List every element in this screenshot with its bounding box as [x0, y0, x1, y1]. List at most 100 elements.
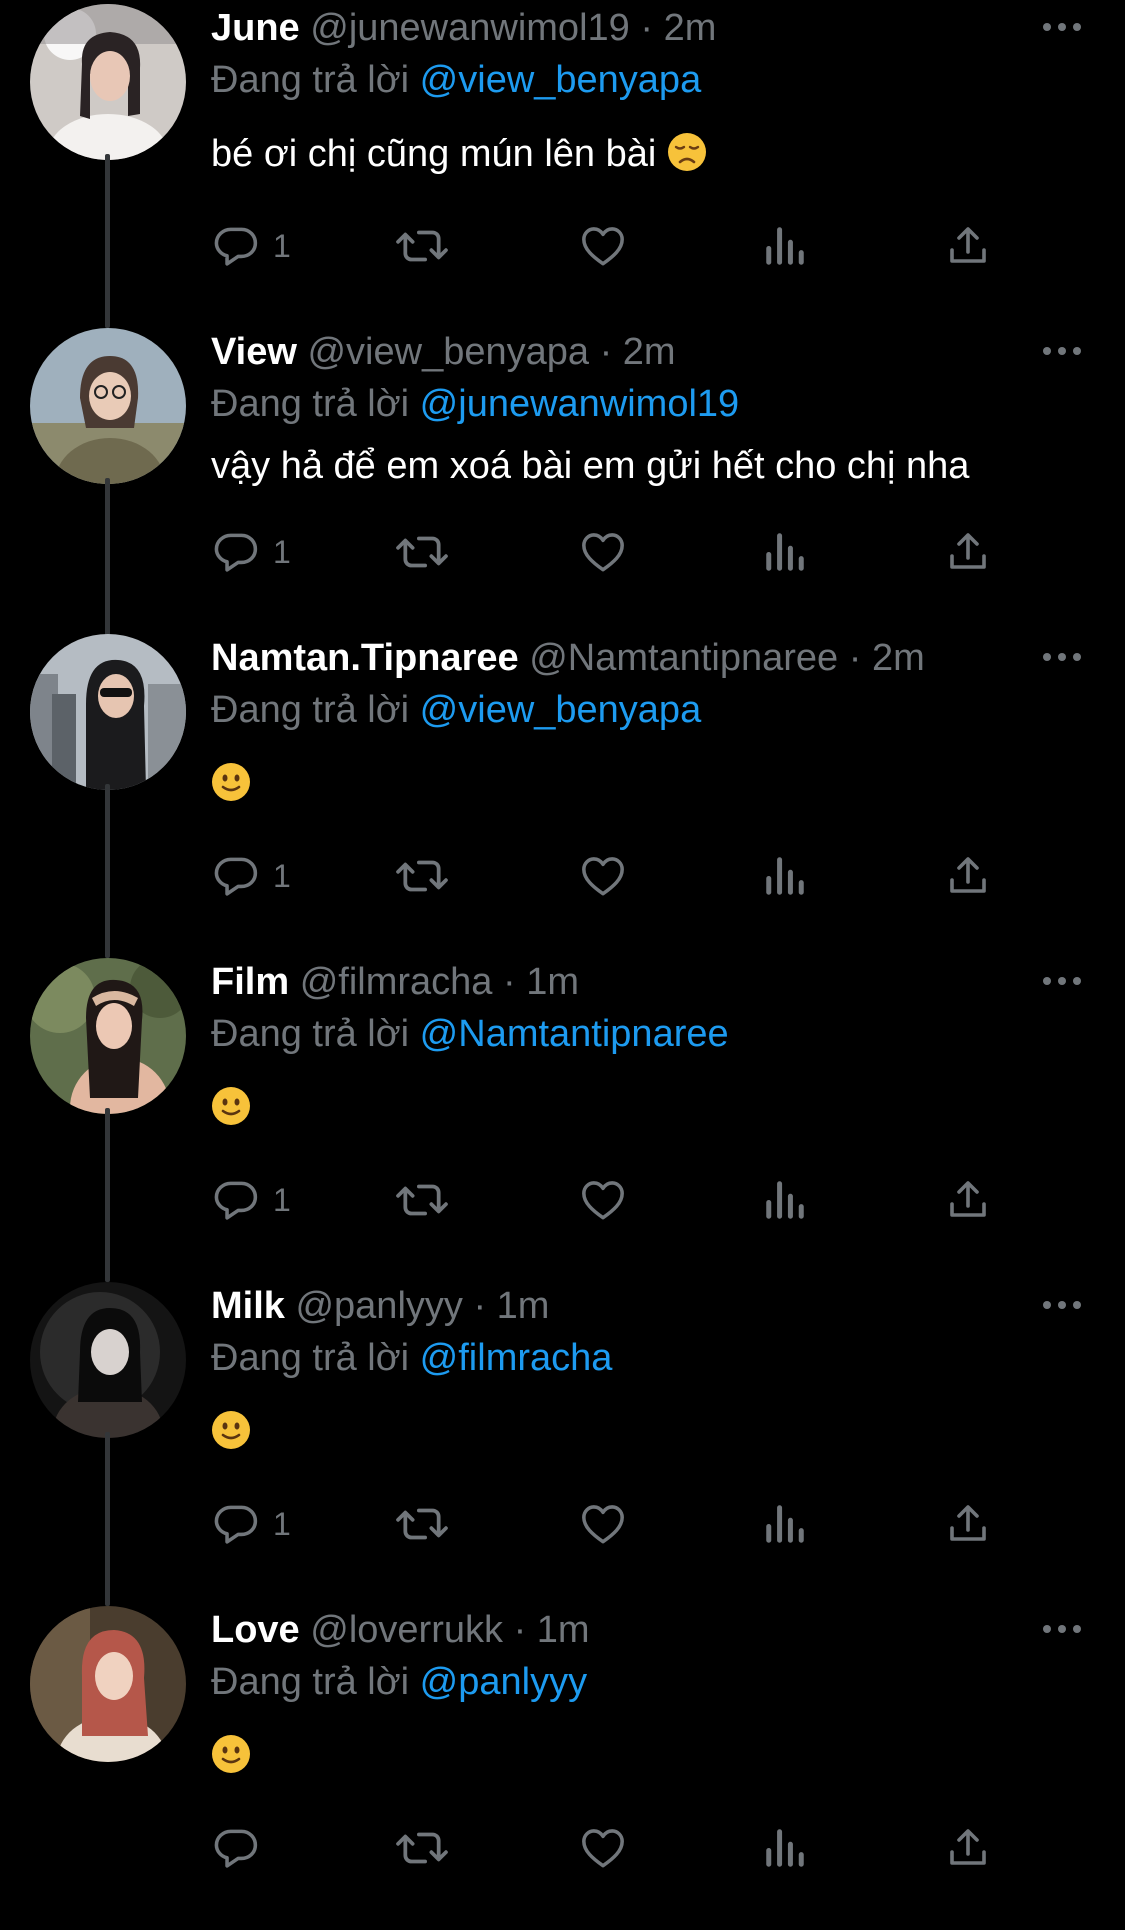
user-handle[interactable]: @loverrukk — [310, 1609, 503, 1651]
retweet-button[interactable] — [394, 218, 450, 274]
timestamp[interactable]: 2m — [872, 637, 925, 679]
user-handle[interactable]: @Namtantipnaree — [529, 637, 838, 679]
tweet[interactable]: Namtan.Tipnaree @Namtantipnaree · 2m Đan… — [0, 634, 1125, 958]
display-name[interactable]: Love — [211, 1609, 300, 1651]
action-bar: 1 — [0, 218, 1125, 274]
slightly-smiling-face-emoji — [212, 1087, 250, 1125]
views-icon — [766, 1829, 804, 1867]
views-button[interactable] — [762, 1820, 808, 1876]
tweet-header: Namtan.Tipnaree @Namtantipnaree · 2m — [211, 634, 1005, 682]
more-icon[interactable] — [1040, 336, 1084, 366]
separator: · — [513, 1609, 527, 1651]
share-icon — [950, 227, 986, 263]
action-bar: 1 — [0, 1172, 1125, 1228]
avatar[interactable] — [30, 1282, 186, 1438]
avatar[interactable] — [30, 634, 186, 790]
views-button[interactable] — [762, 1496, 808, 1552]
reply-button[interactable]: 1 — [211, 1496, 291, 1552]
like-button[interactable] — [577, 1496, 629, 1552]
like-icon — [582, 227, 624, 266]
display-name[interactable]: Film — [211, 961, 289, 1003]
like-button[interactable] — [577, 848, 629, 904]
tweet-header: June @junewanwimol19 · 2m — [211, 4, 1005, 52]
retweet-button[interactable] — [394, 1172, 450, 1228]
timestamp[interactable]: 2m — [664, 7, 717, 49]
like-button[interactable] — [577, 1820, 629, 1876]
retweet-button[interactable] — [394, 1496, 450, 1552]
replying-to: Đang trả lời @view_benyapa — [211, 686, 701, 734]
user-handle[interactable]: @filmracha — [300, 961, 493, 1003]
views-button[interactable] — [762, 218, 808, 274]
views-button[interactable] — [762, 524, 808, 580]
retweet-button[interactable] — [394, 1820, 450, 1876]
reply-icon — [214, 1829, 258, 1868]
more-icon[interactable] — [1040, 1290, 1084, 1320]
like-button[interactable] — [577, 1172, 629, 1228]
reply-button[interactable]: 1 — [211, 1172, 291, 1228]
tweet[interactable]: Milk @panlyyy · 1m Đang trả lời @filmrac… — [0, 1282, 1125, 1606]
tweet[interactable]: Film @filmracha · 1m Đang trả lời @Namta… — [0, 958, 1125, 1282]
mention-link[interactable]: @Namtantipnaree — [420, 1013, 729, 1055]
action-bar: 1 — [0, 524, 1125, 580]
more-icon[interactable] — [1040, 12, 1084, 42]
like-button[interactable] — [577, 524, 629, 580]
reply-button[interactable]: 1 — [211, 524, 291, 580]
share-button[interactable] — [944, 524, 992, 580]
display-name[interactable]: June — [211, 7, 300, 49]
tweet-text — [211, 1082, 251, 1134]
avatar[interactable] — [30, 1606, 186, 1762]
mention-link[interactable]: @junewanwimol19 — [420, 383, 740, 425]
replying-to-label: Đang trả lời — [211, 59, 410, 101]
more-icon[interactable] — [1040, 642, 1084, 672]
tweet[interactable]: View @view_benyapa · 2m Đang trả lời @ju… — [0, 328, 1125, 652]
views-icon — [766, 1505, 804, 1543]
tweet-text: vậy hả để em xoá bài em gửi hết cho chị … — [211, 440, 969, 492]
reply-button[interactable]: 1 — [211, 848, 291, 904]
avatar[interactable] — [30, 4, 186, 160]
display-name[interactable]: Milk — [211, 1285, 285, 1327]
tweet-text-content: bé ơi chị cũng mún lên bài — [211, 133, 657, 175]
tweet-header: Love @loverrukk · 1m — [211, 1606, 1005, 1654]
share-icon — [950, 1181, 986, 1217]
timestamp[interactable]: 1m — [526, 961, 579, 1003]
share-button[interactable] — [944, 1172, 992, 1228]
like-icon — [582, 1505, 624, 1544]
user-handle[interactable]: @junewanwimol19 — [310, 7, 630, 49]
timestamp[interactable]: 2m — [623, 331, 676, 373]
share-icon — [950, 1505, 986, 1541]
tweet-header: Milk @panlyyy · 1m — [211, 1282, 1005, 1330]
avatar[interactable] — [30, 958, 186, 1114]
reply-icon — [214, 227, 258, 266]
share-button[interactable] — [944, 218, 992, 274]
user-handle[interactable]: @panlyyy — [295, 1285, 462, 1327]
share-icon — [950, 857, 986, 893]
reply-button[interactable]: 1 — [211, 218, 291, 274]
reply-icon — [214, 1505, 258, 1544]
more-icon[interactable] — [1040, 966, 1084, 996]
avatar[interactable] — [30, 328, 186, 484]
share-button[interactable] — [944, 1496, 992, 1552]
mention-link[interactable]: @panlyyy — [420, 1661, 587, 1703]
mention-link[interactable]: @view_benyapa — [420, 59, 702, 101]
timestamp[interactable]: 1m — [537, 1609, 590, 1651]
views-button[interactable] — [762, 1172, 808, 1228]
tweet[interactable]: Love @loverrukk · 1m Đang trả lời @panly… — [0, 1606, 1125, 1930]
reply-button[interactable] — [211, 1820, 273, 1876]
user-handle[interactable]: @view_benyapa — [307, 331, 589, 373]
display-name[interactable]: View — [211, 331, 297, 373]
timestamp[interactable]: 1m — [497, 1285, 550, 1327]
display-name[interactable]: Namtan.Tipnaree — [211, 637, 519, 679]
more-icon[interactable] — [1040, 1614, 1084, 1644]
tweet-header: Film @filmracha · 1m — [211, 958, 1005, 1006]
share-button[interactable] — [944, 1820, 992, 1876]
share-button[interactable] — [944, 848, 992, 904]
retweet-button[interactable] — [394, 524, 450, 580]
retweet-button[interactable] — [394, 848, 450, 904]
mention-link[interactable]: @view_benyapa — [420, 689, 702, 731]
separator: · — [473, 1285, 487, 1327]
tweet[interactable]: June @junewanwimol19 · 2m Đang trả lời @… — [0, 4, 1125, 328]
reply-count: 1 — [273, 1505, 291, 1542]
mention-link[interactable]: @filmracha — [420, 1337, 613, 1379]
like-button[interactable] — [577, 218, 629, 274]
views-button[interactable] — [762, 848, 808, 904]
